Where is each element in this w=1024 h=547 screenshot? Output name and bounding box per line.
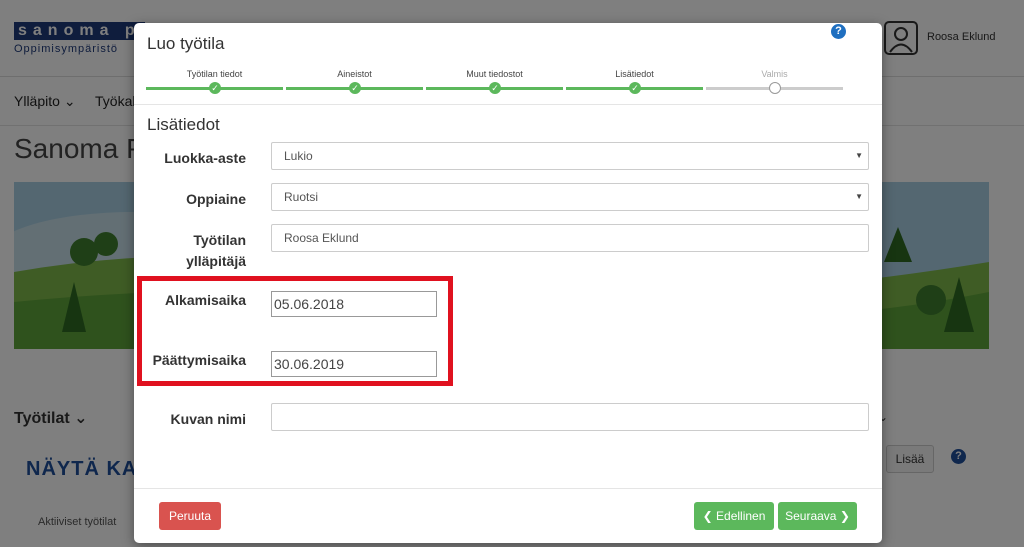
divider: [134, 104, 882, 105]
wizard-step-4: Lisätiedot ✓: [566, 67, 703, 97]
section-heading: Lisätiedot: [147, 115, 220, 134]
chevron-right-icon: ❯: [839, 509, 850, 523]
check-icon: ✓: [349, 82, 361, 94]
chevron-left-icon: ❮: [702, 509, 713, 523]
wizard-step-2: Aineistot ✓: [286, 67, 423, 97]
check-icon: ✓: [489, 82, 501, 94]
pending-step-icon: [769, 82, 781, 94]
caret-down-icon: ▼: [855, 151, 863, 160]
grade-label: Luokka-aste: [164, 150, 246, 166]
image-name-field[interactable]: [271, 403, 869, 431]
dialog-title: Luo työtila: [147, 34, 225, 53]
end-date-label: Päättymisaika: [152, 352, 246, 368]
cancel-button[interactable]: Peruuta: [159, 502, 221, 530]
wizard-step-1: Työtilan tiedot ✓: [146, 67, 283, 97]
caret-down-icon: ▼: [855, 192, 863, 201]
previous-button[interactable]: ❮ Edellinen: [694, 502, 774, 530]
grade-select-value: Lukio: [284, 149, 313, 163]
admin-field[interactable]: Roosa Eklund: [271, 224, 869, 252]
create-workspace-dialog: Luo työtila ? Työtilan tiedot ✓ Aineisto…: [134, 23, 882, 543]
start-date-field[interactable]: 05.06.2018: [271, 291, 437, 317]
wizard-step-3: Muut tiedostot ✓: [426, 67, 563, 97]
grade-select[interactable]: Lukio ▼: [271, 142, 869, 170]
divider: [134, 488, 882, 489]
subject-label: Oppiaine: [186, 191, 246, 207]
check-icon: ✓: [209, 82, 221, 94]
wizard-step-5: Valmis: [706, 67, 843, 97]
check-icon: ✓: [629, 82, 641, 94]
image-name-label: Kuvan nimi: [170, 411, 246, 427]
end-date-field[interactable]: 30.06.2019: [271, 351, 437, 377]
subject-select[interactable]: Ruotsi ▼: [271, 183, 869, 211]
admin-label: Työtilan ylläpitäjä: [186, 232, 246, 269]
next-button[interactable]: Seuraava ❯: [778, 502, 857, 530]
subject-select-value: Ruotsi: [284, 190, 319, 204]
help-icon[interactable]: ?: [831, 24, 846, 39]
wizard-progress: Työtilan tiedot ✓ Aineistot ✓ Muut tiedo…: [146, 67, 846, 97]
start-date-label: Alkamisaika: [165, 292, 246, 308]
